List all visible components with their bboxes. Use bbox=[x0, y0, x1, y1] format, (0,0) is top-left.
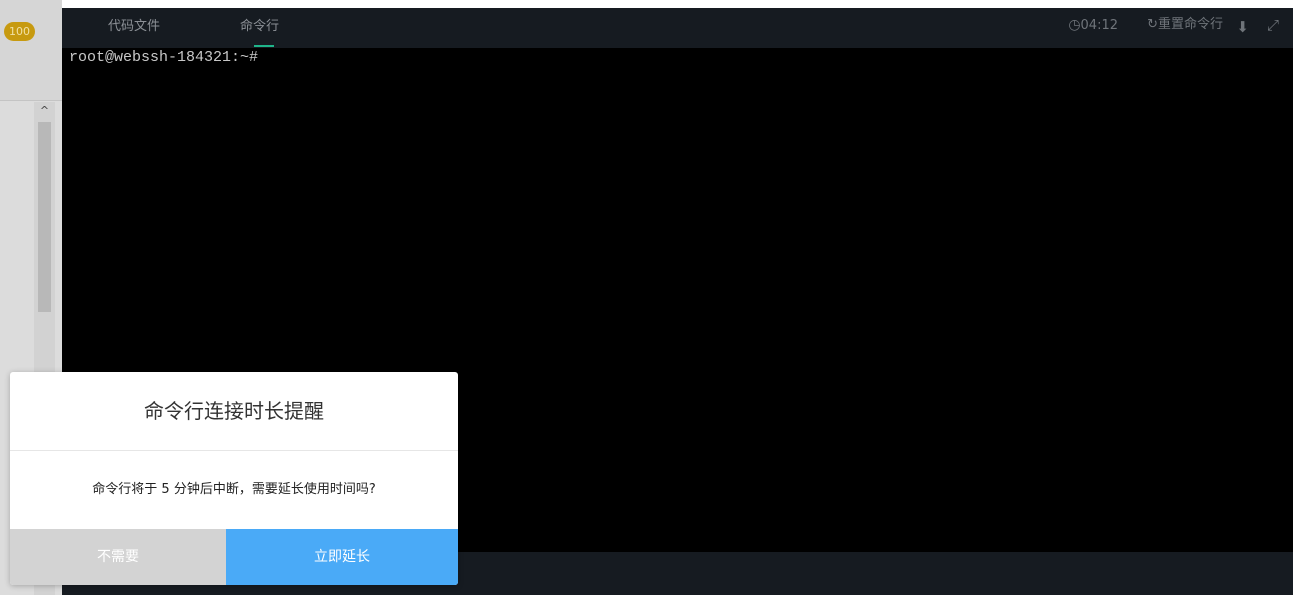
toolbar: 代码文件 命令行 ◷04:12 ↻重置命令行 ⬇ ⤢ bbox=[62, 8, 1293, 48]
left-panel-header: 100 bbox=[0, 0, 62, 101]
reset-icon: ↻ bbox=[1147, 17, 1158, 32]
chevron-up-icon[interactable]: ^ bbox=[34, 102, 55, 120]
session-timeout-dialog: 命令行连接时长提醒 命令行将于 5 分钟后中断，需要延长使用时间吗? 不需要 立… bbox=[10, 372, 458, 585]
scrollbar-thumb[interactable] bbox=[38, 122, 51, 312]
tab-code-files[interactable]: 代码文件 bbox=[108, 8, 160, 48]
clock-icon: ◷ bbox=[1068, 17, 1081, 33]
score-badge: 100 bbox=[4, 22, 35, 41]
cancel-button[interactable]: 不需要 bbox=[10, 529, 226, 585]
reset-label: 重置命令行 bbox=[1157, 17, 1223, 32]
fullscreen-icon[interactable]: ⤢ bbox=[1267, 16, 1279, 34]
active-tab-indicator bbox=[254, 45, 274, 47]
tab-terminal[interactable]: 命令行 bbox=[240, 8, 279, 48]
reset-terminal-button[interactable]: ↻重置命令行 bbox=[1147, 8, 1223, 48]
extend-now-button[interactable]: 立即延长 bbox=[226, 529, 458, 585]
dialog-message: 命令行将于 5 分钟后中断，需要延长使用时间吗? bbox=[92, 482, 376, 497]
terminal-prompt: root@webssh-184321:~# bbox=[69, 49, 259, 66]
session-timer: ◷04:12 bbox=[1068, 8, 1118, 48]
dialog-title: 命令行连接时长提醒 bbox=[10, 372, 458, 451]
timer-value: 04:12 bbox=[1080, 18, 1118, 33]
download-icon[interactable]: ⬇ bbox=[1236, 18, 1249, 36]
